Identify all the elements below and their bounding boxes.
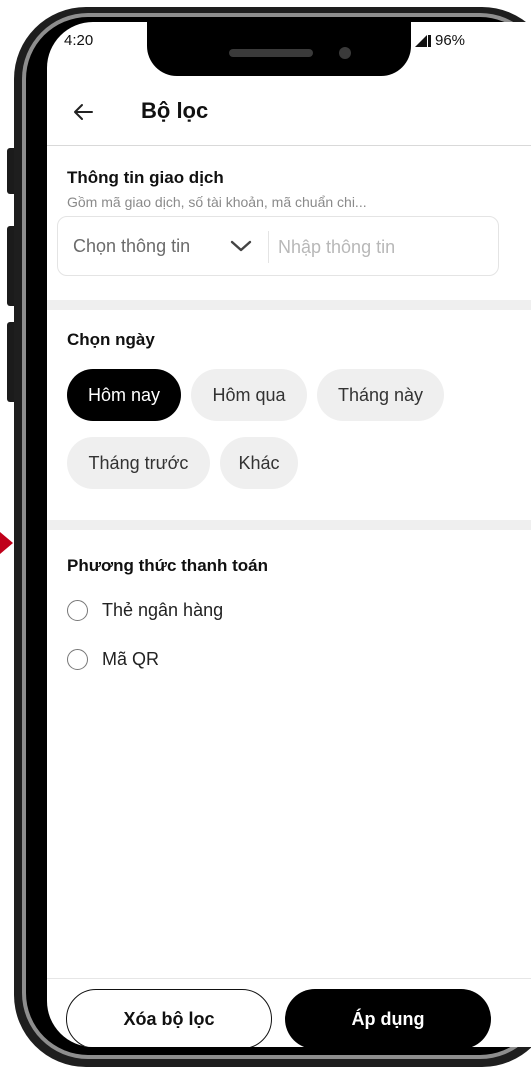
section-separator [47, 300, 531, 310]
radio-label: Mã QR [102, 649, 160, 669]
radio-label: Thẻ ngân hàng [102, 600, 224, 620]
status-time: 4:20 [64, 32, 94, 49]
back-button[interactable] [69, 98, 97, 126]
info-type-select[interactable]: Chọn thông tin [58, 217, 268, 275]
status-indicators: 96% [415, 32, 465, 49]
header: Bộ lọc [47, 84, 531, 146]
clear-filter-button[interactable]: Xóa bộ lọc [66, 989, 272, 1047]
notch [147, 22, 411, 76]
info-type-select-label: Chọn thông tin [73, 235, 191, 256]
radio-circle [67, 600, 88, 621]
chip-this-month[interactable]: Tháng này [317, 369, 444, 421]
date-filter-title: Chọn ngày [67, 330, 155, 349]
front-camera [339, 47, 351, 59]
page-title: Bộ lọc [141, 98, 209, 123]
radio-qr-code[interactable]: Mã QR [67, 649, 159, 670]
transaction-info-subtitle: Gồm mã giao dịch, số tài khoản, mã chuẩn… [67, 194, 367, 210]
pointer-arrow [0, 532, 13, 554]
radio-bank-card[interactable]: Thẻ ngân hàng [67, 600, 223, 621]
transaction-info-title: Thông tin giao dịch [67, 168, 224, 187]
info-divider [268, 231, 269, 263]
radio-circle [67, 649, 88, 670]
chevron-down-icon [230, 240, 252, 252]
footer: Xóa bộ lọc Áp dụng [47, 978, 531, 1047]
apply-button[interactable]: Áp dụng [285, 989, 491, 1047]
arrow-left-icon [74, 104, 93, 120]
battery-level: 96% [435, 32, 466, 49]
chip-yesterday[interactable]: Hôm qua [191, 369, 307, 421]
chip-today[interactable]: Hôm nay [67, 369, 181, 421]
signal-icon [415, 34, 431, 47]
app-screen: 4:20 96% Bộ lọc Thông tin giao dịch Gồm … [47, 22, 531, 1047]
chip-last-month[interactable]: Tháng trước [67, 437, 210, 489]
chip-other[interactable]: Khác [220, 437, 298, 489]
stage: 4:20 96% Bộ lọc Thông tin giao dịch Gồm … [0, 0, 531, 1073]
payment-method-title: Phương thức thanh toán [67, 556, 269, 575]
info-input[interactable] [276, 225, 490, 269]
transaction-info-box: Chọn thông tin [57, 216, 499, 276]
speaker [229, 49, 313, 57]
section-separator [47, 520, 531, 530]
